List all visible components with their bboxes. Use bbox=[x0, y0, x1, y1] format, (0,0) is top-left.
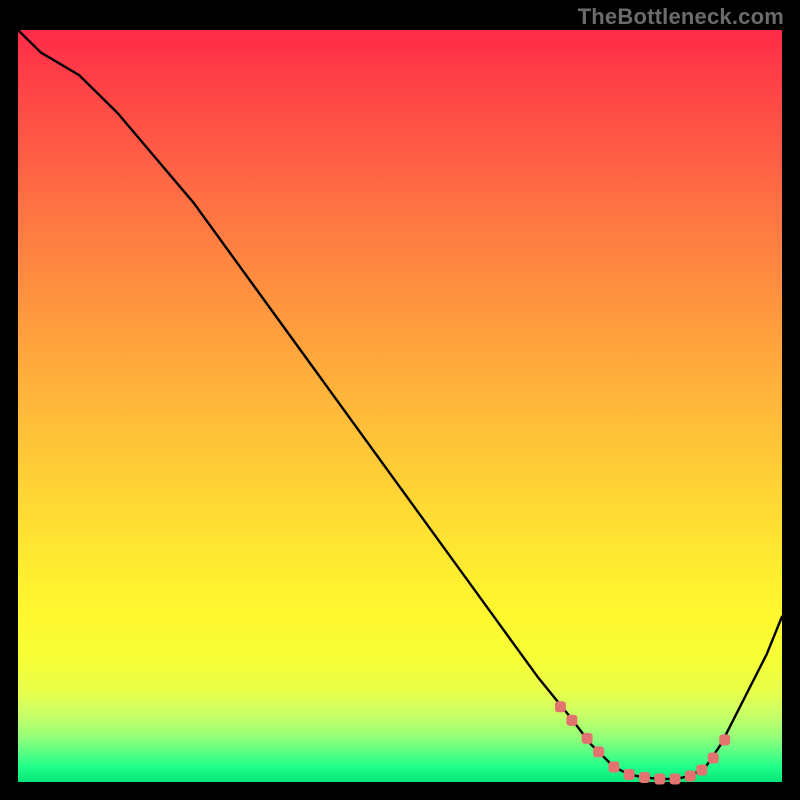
optimal-marker bbox=[719, 734, 730, 745]
optimal-marker bbox=[708, 752, 719, 763]
optimal-marker bbox=[566, 715, 577, 726]
optimal-marker bbox=[624, 769, 635, 780]
chart-overlay bbox=[18, 30, 782, 782]
watermark-text: TheBottleneck.com bbox=[578, 4, 784, 30]
optimal-marker bbox=[696, 764, 707, 775]
optimal-range-markers bbox=[555, 701, 730, 784]
optimal-marker bbox=[608, 761, 619, 772]
optimal-marker bbox=[582, 733, 593, 744]
optimal-marker bbox=[639, 772, 650, 783]
optimal-marker bbox=[654, 773, 665, 784]
optimal-marker bbox=[670, 773, 681, 784]
optimal-marker bbox=[685, 770, 696, 781]
bottleneck-curve bbox=[18, 30, 782, 779]
optimal-marker bbox=[555, 701, 566, 712]
optimal-marker bbox=[593, 746, 604, 757]
chart-container: TheBottleneck.com bbox=[0, 0, 800, 800]
